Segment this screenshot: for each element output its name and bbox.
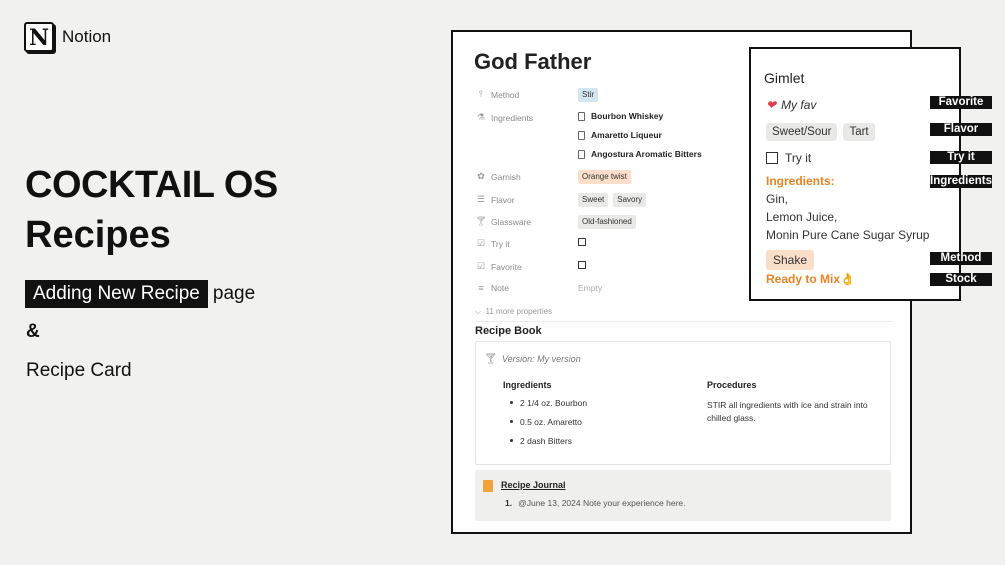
try-it-checkbox[interactable] xyxy=(766,152,778,164)
chevron-down-icon: ⌵ xyxy=(475,307,482,316)
recipe-journal-callout: Recipe Journal 1. @June 13, 2024 Note you… xyxy=(475,470,891,521)
property-garnish[interactable]: ✿ Garnish xyxy=(475,171,521,182)
property-flavor[interactable]: ☰ Flavor xyxy=(475,194,515,205)
card-title: Gimlet xyxy=(764,70,805,86)
card-ingredient: Gin, xyxy=(766,192,789,206)
page-icon xyxy=(578,130,585,140)
notion-logo: N Notion xyxy=(24,22,111,52)
property-method[interactable]: ⫯ Method xyxy=(475,89,519,100)
property-note[interactable]: ≡ Note xyxy=(475,283,509,293)
recipe-card-label: Recipe Card xyxy=(26,360,132,381)
glassware-tag[interactable]: Old-fashioned xyxy=(578,215,636,229)
cocktail-glass-icon: 🍸︎ xyxy=(484,353,498,365)
procedures-text: STIR all ingredients with ice and strain… xyxy=(707,400,868,423)
journal-entry[interactable]: 1. @June 13, 2024 Note your experience he… xyxy=(505,498,686,508)
label-try-it: Try it xyxy=(930,151,992,164)
hero-title: COCKTAIL OS xyxy=(25,164,278,206)
ingredient-link[interactable]: Angostura Aromatic Bitters xyxy=(578,149,702,159)
ingredient-link[interactable]: Bourbon Whiskey xyxy=(578,111,663,121)
list-item: 2 1/4 oz. Bourbon xyxy=(510,398,587,408)
flavor-tag: Tart xyxy=(843,123,875,141)
label-method: Method xyxy=(930,252,992,265)
try-it-checkbox[interactable] xyxy=(578,238,586,246)
method-tag[interactable]: Stir xyxy=(578,88,598,102)
garnish-tag[interactable]: Orange twist xyxy=(578,170,631,184)
tagline: Adding New Recipe page xyxy=(25,280,255,308)
flavor-tag[interactable]: Savory xyxy=(613,193,647,207)
property-glassware[interactable]: 🍸︎ Glassware xyxy=(475,216,531,227)
checkbox-property-icon: ☑ xyxy=(476,238,486,248)
flavor-tag[interactable]: Sweet xyxy=(578,193,609,207)
list-item: 0.5 oz. Amaretto xyxy=(510,417,582,427)
label-ingredients: Ingredients xyxy=(930,175,992,188)
flavor-tag: Sweet/Sour xyxy=(766,123,838,141)
hero-subtitle: Recipes xyxy=(25,214,171,256)
page-title[interactable]: God Father xyxy=(474,49,591,75)
card-favorite: ❤ My fav xyxy=(766,98,817,112)
more-properties-toggle[interactable]: ⌵ 11 more properties xyxy=(475,307,552,317)
label-favorite: Favorite xyxy=(930,96,992,109)
divider xyxy=(475,321,893,322)
highlight-suffix: page xyxy=(212,283,256,304)
property-favorite[interactable]: ☑ Favorite xyxy=(475,261,522,272)
label-flavor: Flavor xyxy=(930,123,992,136)
checkbox-property-icon: ☑ xyxy=(476,261,486,271)
card-ingredients-header: Ingredients: xyxy=(766,174,835,188)
heart-icon: ❤ xyxy=(766,98,777,112)
page-icon xyxy=(578,149,585,159)
glass-icon: 🍸︎ xyxy=(475,216,487,226)
property-try-it[interactable]: ☑ Try it xyxy=(475,238,510,249)
property-ingredients[interactable]: ⚗ Ingredients xyxy=(475,112,533,123)
label-stock: Stock xyxy=(930,273,992,286)
list-item: 2 dash Bitters xyxy=(510,436,572,446)
card-flavors: Sweet/Sour Tart xyxy=(766,123,881,141)
ampersand: & xyxy=(26,321,40,342)
recipe-book-callout: 🍸︎ Version: My version Ingredients 2 1/4… xyxy=(475,341,891,465)
ingredients-icon: ⚗ xyxy=(476,112,486,122)
highlight-label: Adding New Recipe xyxy=(25,280,208,308)
text-icon: ≡ xyxy=(478,283,484,293)
card-method-tag: Shake xyxy=(766,250,815,270)
card-try-it: Try it xyxy=(766,151,811,165)
ingredients-header: Ingredients xyxy=(503,380,552,390)
procedures-header: Procedures xyxy=(707,380,757,390)
version-label: Version: My version xyxy=(502,354,581,364)
page-icon xyxy=(578,111,585,121)
ingredient-link[interactable]: Amaretto Liqueur xyxy=(578,130,662,140)
garnish-icon: ✿ xyxy=(477,171,485,181)
note-value[interactable]: Empty xyxy=(578,283,602,293)
card-ingredient: Monin Pure Cane Sugar Syrup xyxy=(766,228,930,242)
card-ingredient: Lemon Juice, xyxy=(766,210,838,224)
favorite-checkbox[interactable] xyxy=(578,261,586,269)
recipe-journal-link[interactable]: Recipe Journal xyxy=(501,480,566,490)
recipe-book-heading: Recipe Book xyxy=(475,325,542,337)
notebook-icon xyxy=(483,480,493,492)
notion-logo-icon: N xyxy=(24,22,54,52)
method-icon: ⫯ xyxy=(479,89,483,99)
list-icon: ☰ xyxy=(476,194,486,204)
brand-name: Notion xyxy=(62,27,112,46)
card-stock-status: Ready to Mix👌 xyxy=(766,272,855,286)
